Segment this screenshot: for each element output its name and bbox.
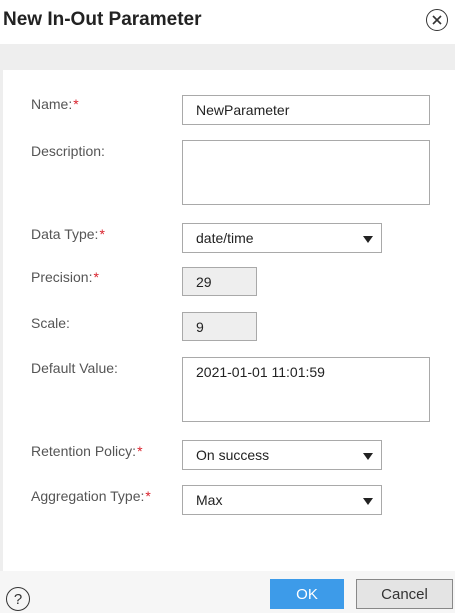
description-input[interactable] — [182, 140, 430, 205]
help-button[interactable]: ? — [6, 587, 30, 611]
required-marker: * — [145, 488, 151, 504]
required-marker: * — [99, 226, 105, 242]
required-marker: * — [73, 96, 79, 112]
default-value-label: Default Value: — [31, 360, 118, 376]
aggregation-type-label: Aggregation Type:* — [31, 488, 151, 504]
description-label: Description: — [31, 143, 105, 159]
precision-field: 29 — [182, 267, 257, 296]
dialog-footer: ? OK Cancel — [0, 571, 455, 613]
cancel-button[interactable]: Cancel — [356, 579, 453, 609]
dialog-header: New In-Out Parameter — [0, 0, 455, 44]
dropdown-caret-icon — [363, 236, 373, 243]
dropdown-caret-icon — [363, 453, 373, 460]
parameter-form: Name:* Description: Data Type:* date/tim… — [3, 70, 455, 571]
retention-policy-value: On success — [196, 447, 270, 463]
scale-label: Scale: — [31, 315, 70, 331]
precision-label: Precision:* — [31, 269, 99, 285]
scale-field: 9 — [182, 312, 257, 341]
dropdown-caret-icon — [363, 498, 373, 505]
retention-policy-label: Retention Policy:* — [31, 443, 143, 459]
aggregation-type-value: Max — [196, 492, 223, 508]
ok-button[interactable]: OK — [270, 579, 344, 609]
required-marker: * — [93, 269, 99, 285]
name-label: Name:* — [31, 96, 79, 112]
close-button[interactable] — [426, 9, 448, 31]
close-circle-icon — [432, 15, 442, 25]
aggregation-type-select[interactable]: Max — [182, 485, 382, 515]
dialog-body: Name:* Description: Data Type:* date/tim… — [0, 44, 455, 571]
name-input[interactable] — [182, 95, 430, 125]
data-type-label: Data Type:* — [31, 226, 105, 242]
data-type-select[interactable]: date/time — [182, 223, 382, 253]
default-value-input[interactable]: 2021-01-01 11:01:59 — [182, 357, 430, 422]
data-type-value: date/time — [196, 230, 254, 246]
dialog-title: New In-Out Parameter — [3, 9, 202, 30]
help-circle-icon: ? — [13, 590, 23, 608]
required-marker: * — [137, 443, 143, 459]
retention-policy-select[interactable]: On success — [182, 440, 382, 470]
